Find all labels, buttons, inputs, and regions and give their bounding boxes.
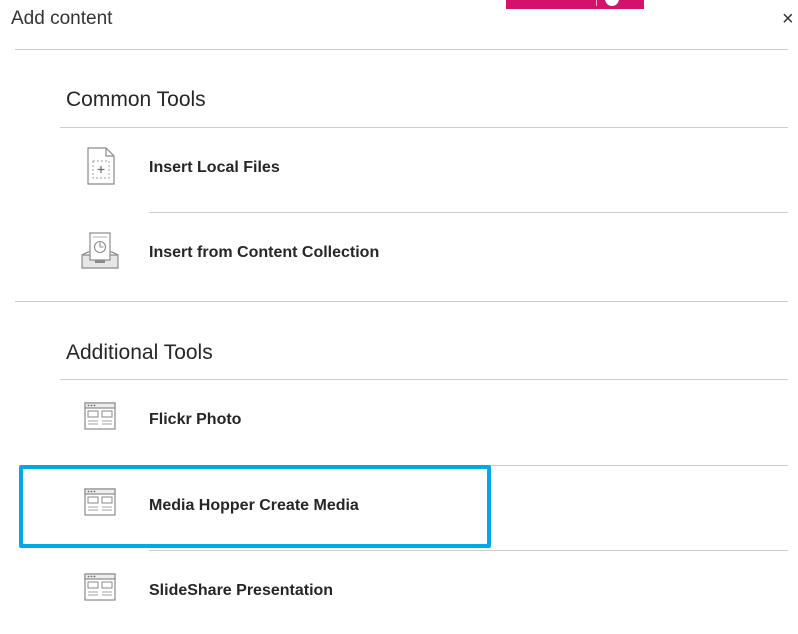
add-content-panel: Add content × Common Tools Insert Local … [0,0,798,634]
web-tool-icon [80,484,120,524]
close-button[interactable]: × [782,6,798,32]
section-heading-common-tools: Common Tools [66,88,206,111]
brand-badge-separator [596,0,597,6]
tool-label-slideshare-presentation: SlideShare Presentation [149,582,334,599]
tool-label-insert-local-files: Insert Local Files [149,159,280,176]
web-tool-icon [80,398,120,438]
file-upload-icon [80,146,120,186]
tool-item-media-hopper-create-media[interactable]: Media Hopper Create Media [60,466,788,550]
tool-item-insert-from-content-collection[interactable]: Insert from Content Collection [60,213,788,297]
tool-label-flickr-photo: Flickr Photo [149,411,242,428]
tool-label-media-hopper-create-media: Media Hopper Create Media [149,497,359,514]
brand-badge-circle-icon [605,0,619,6]
tool-item-flickr-photo[interactable]: Flickr Photo [60,380,788,464]
section-heading-additional-tools: Additional Tools [66,341,213,364]
brand-badge [506,0,644,9]
header-divider [15,49,788,50]
section-separator [15,301,788,302]
tool-item-slideshare-presentation[interactable]: SlideShare Presentation [60,551,788,634]
content-collection-icon [80,230,120,270]
web-tool-icon [80,569,120,609]
tool-item-insert-local-files[interactable]: Insert Local Files [60,128,788,212]
tool-label-insert-from-content-collection: Insert from Content Collection [149,244,380,261]
panel-title: Add content [11,8,113,29]
